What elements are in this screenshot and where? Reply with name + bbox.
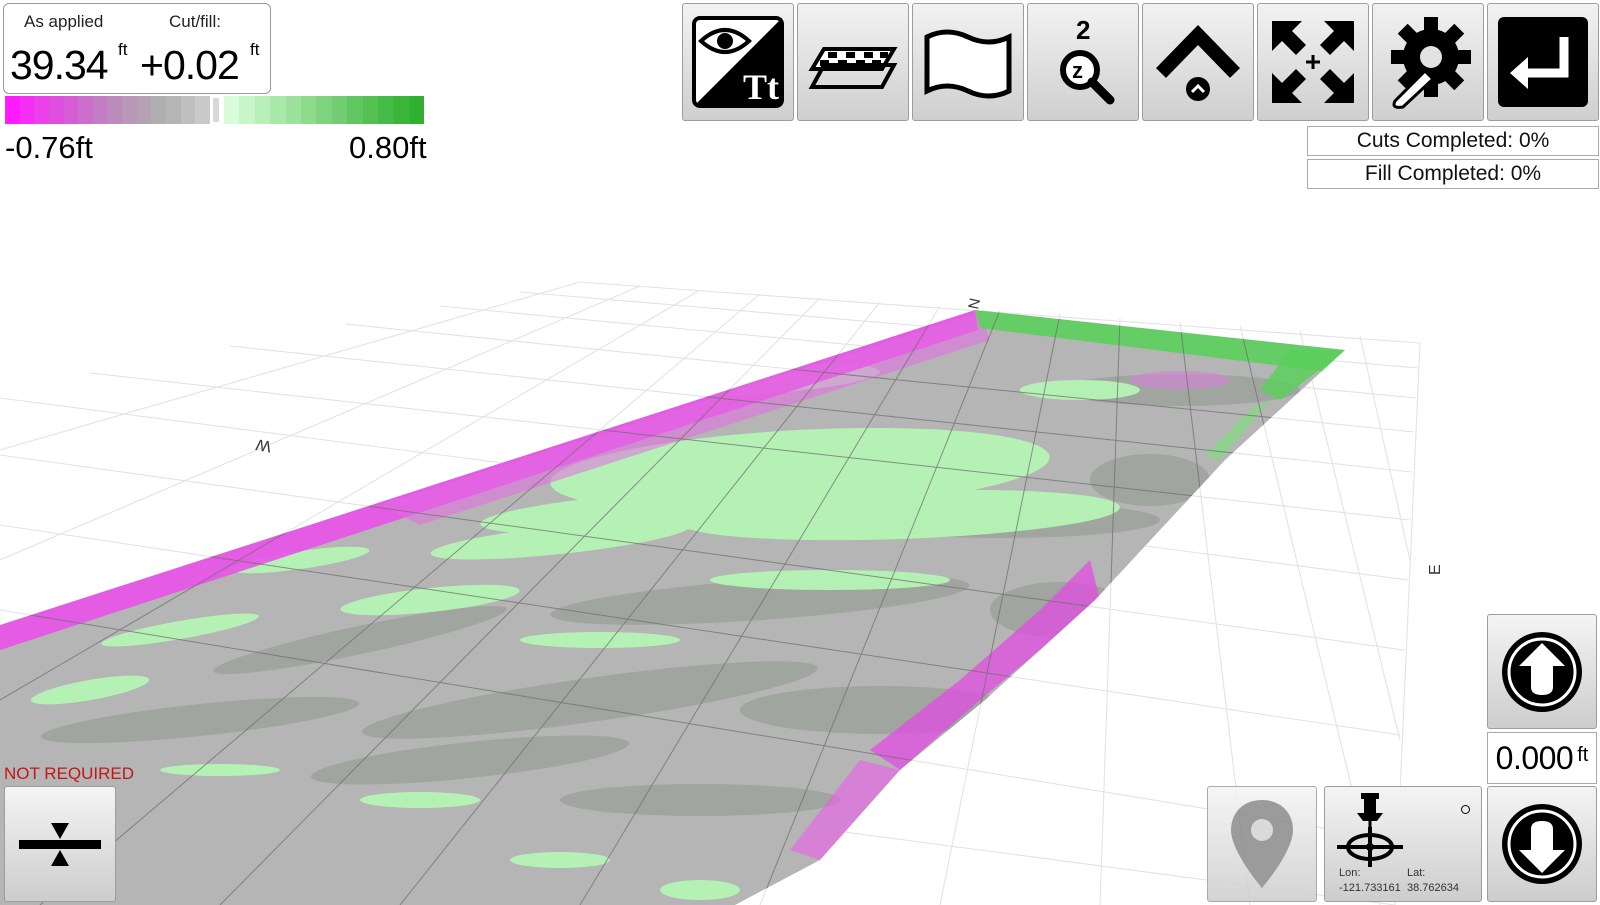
compass-north-label: N	[965, 297, 984, 311]
layers-icon	[808, 47, 898, 89]
as-applied-label: As applied	[24, 12, 104, 31]
status-dot-icon	[1461, 805, 1470, 814]
lon-value: -121.733161	[1339, 882, 1401, 894]
legend-min-label: -0.76ft	[5, 130, 93, 165]
exit-icon	[1498, 17, 1588, 107]
settings-button[interactable]	[1372, 3, 1484, 121]
compass-east-label: E	[1427, 564, 1444, 575]
cut-fill-surface	[0, 310, 1345, 905]
legend-max-label: 0.80ft	[349, 130, 427, 165]
as-applied-value: 39.34	[10, 42, 109, 88]
lower-offset-button[interactable]	[1487, 786, 1597, 902]
main-toolbar: Tt 2 z	[682, 3, 1599, 121]
lat-value: 38.762634	[1407, 882, 1459, 894]
blade-level-button[interactable]	[4, 786, 116, 902]
raise-offset-button[interactable]	[1487, 614, 1597, 729]
raise-view-icon	[1155, 24, 1241, 101]
svg-text:z: z	[1072, 58, 1083, 83]
zoom-level-button[interactable]: 2 z	[1027, 3, 1139, 121]
fit-extents-button[interactable]	[1257, 3, 1369, 121]
cut-fill-label: Cut/fill:	[169, 12, 221, 31]
location-pin-icon	[1231, 800, 1293, 888]
map-button[interactable]	[912, 3, 1024, 121]
layers-button[interactable]	[797, 3, 909, 121]
fill-color-scale	[224, 96, 425, 124]
cut-color-scale	[5, 96, 210, 124]
fill-completed-status: Fill Completed: 0%	[1307, 159, 1599, 189]
blade-level-icon	[19, 823, 101, 866]
settings-icon	[1391, 17, 1471, 109]
view-text-button[interactable]: Tt	[682, 3, 794, 121]
zoom-level-number: 2	[1076, 15, 1090, 45]
legend-center-marker	[213, 98, 219, 122]
not-required-label: NOT REQUIRED	[4, 764, 135, 783]
offset-value: 0.000	[1495, 739, 1574, 776]
svg-text:Tt: Tt	[743, 67, 779, 107]
cut-fill-value: +0.02	[140, 42, 240, 88]
compass-west-label: W	[254, 435, 273, 455]
lon-label: Lon:	[1339, 867, 1361, 879]
zoom-level-icon: 2 z	[1060, 15, 1115, 105]
arrow-up-icon	[1502, 631, 1582, 712]
cuts-completed-status: Cuts Completed: 0%	[1307, 126, 1599, 156]
offset-unit: ft	[1577, 743, 1589, 766]
arrow-down-icon	[1502, 804, 1582, 884]
as-applied-unit: ft	[118, 40, 128, 59]
fit-extents-icon	[1272, 21, 1354, 103]
exit-button[interactable]	[1487, 3, 1599, 121]
pushpin-target-icon	[1337, 793, 1403, 867]
view-text-icon: Tt	[692, 16, 784, 108]
cut-fill-unit: ft	[250, 40, 260, 59]
offset-display: 0.000 ft	[1487, 732, 1597, 784]
map-icon	[924, 29, 1012, 99]
raise-view-button[interactable]	[1142, 3, 1254, 121]
elevation-readout: As applied Cut/fill: 39.34 ft +0.02 ft	[3, 3, 271, 94]
lat-label: Lat:	[1407, 867, 1426, 879]
location-pin-button[interactable]	[1207, 786, 1317, 902]
benchmark-button[interactable]: Lon: Lat: -121.733161 38.762634	[1324, 786, 1482, 902]
